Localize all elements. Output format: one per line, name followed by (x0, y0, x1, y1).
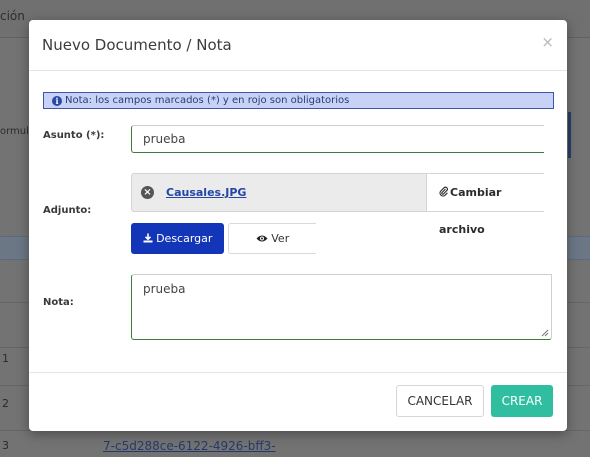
background-form-label: ormul (0, 126, 29, 137)
background-row-number: 2 (2, 397, 9, 410)
background-row-number: 3 (2, 439, 9, 452)
modal-title: Nuevo Documento / Nota (42, 36, 232, 54)
remove-file-icon[interactable]: × (141, 186, 154, 199)
modal-footer-divider (29, 372, 567, 373)
asunto-label: Asunto (*): (43, 130, 105, 141)
create-button[interactable]: CREAR (491, 385, 553, 417)
view-button[interactable]: Ver (228, 223, 316, 254)
background-row-link[interactable]: 7-c5d288ce-6122-4926-bff3- (103, 439, 276, 453)
background-header-text: ción (0, 9, 25, 23)
attachment-file-link[interactable]: Causales.JPG (166, 186, 246, 199)
notice-text: Nota: los campos marcados (*) y en rojo … (65, 95, 350, 106)
info-icon: i (52, 96, 62, 106)
nota-text: prueba (143, 282, 186, 296)
download-icon (143, 232, 157, 245)
asunto-input[interactable]: prueba (131, 125, 544, 153)
attachment-box: × Causales.JPG (131, 173, 427, 212)
download-button[interactable]: Descargar (131, 223, 224, 254)
cancel-button[interactable]: CANCELAR (396, 385, 484, 417)
nota-textarea[interactable]: prueba (131, 274, 552, 340)
close-icon[interactable]: × (541, 35, 554, 50)
modal-header: Nuevo Documento / Nota × (29, 20, 567, 71)
view-label: Ver (271, 232, 290, 245)
required-fields-notice: i Nota: los campos marcados (*) y en rojo… (43, 92, 554, 109)
background-row-number: 1 (2, 352, 9, 365)
new-document-modal: Nuevo Documento / Nota × i Nota: los camp… (29, 20, 567, 431)
change-file-button[interactable]: Cambiar archivo (427, 173, 544, 236)
adjunto-label: Adjunto: (43, 205, 92, 216)
eye-icon (256, 232, 272, 245)
nota-label: Nota: (43, 297, 74, 308)
change-file-label: Cambiar archivo (439, 186, 502, 236)
background-accent-bar (568, 112, 571, 158)
download-label: Descargar (156, 232, 213, 245)
resize-handle-icon[interactable] (541, 329, 549, 337)
paperclip-icon (439, 174, 448, 211)
